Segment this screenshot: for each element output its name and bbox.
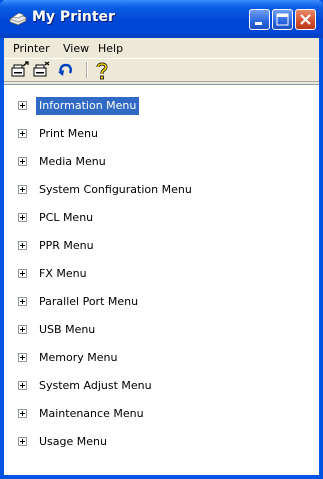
app-window: My Printer Printer View Help Information…: [0, 0, 323, 479]
window-title: My Printer: [32, 9, 115, 25]
expand-icon[interactable]: [18, 185, 27, 194]
tree-item-label[interactable]: Maintenance Menu: [36, 405, 147, 423]
toolbar-separator: [86, 62, 88, 78]
tree-item-label[interactable]: PPR Menu: [36, 237, 97, 255]
tree-item-label[interactable]: Memory Menu: [36, 349, 120, 367]
menu-bar: Printer View Help: [4, 38, 319, 58]
properties-icon[interactable]: [10, 61, 30, 80]
expand-icon[interactable]: [18, 325, 27, 334]
expand-icon[interactable]: [18, 213, 27, 222]
maximize-icon: [276, 13, 289, 26]
minimize-icon: [255, 22, 262, 25]
expand-icon[interactable]: [18, 353, 27, 362]
minimize-button[interactable]: [249, 9, 270, 30]
expand-icon[interactable]: [18, 409, 27, 418]
tree-item-label[interactable]: USB Menu: [36, 321, 98, 339]
expand-icon[interactable]: [18, 381, 27, 390]
maximize-button[interactable]: [272, 9, 293, 30]
help-icon[interactable]: [92, 61, 112, 80]
expand-icon[interactable]: [18, 129, 27, 138]
expand-icon[interactable]: [18, 437, 27, 446]
tree-item-label[interactable]: Parallel Port Menu: [36, 293, 141, 311]
tree-item-label[interactable]: System Adjust Menu: [36, 377, 155, 395]
close-icon: [300, 14, 311, 25]
tree-item-label[interactable]: PCL Menu: [36, 209, 96, 227]
printer-settings-icon[interactable]: [32, 61, 52, 80]
expand-icon[interactable]: [18, 269, 27, 278]
expand-icon[interactable]: [18, 297, 27, 306]
tree-item-label[interactable]: Print Menu: [36, 125, 101, 143]
title-bar[interactable]: My Printer: [0, 0, 323, 38]
printer-app-icon: [9, 12, 27, 26]
expand-icon[interactable]: [18, 101, 27, 110]
menu-printer[interactable]: Printer: [13, 42, 50, 55]
menu-view[interactable]: View: [63, 42, 89, 55]
expand-icon[interactable]: [18, 241, 27, 250]
printer-menu-tree: Information Menu Print Menu Media Menu S…: [4, 84, 319, 475]
tree-item-label[interactable]: System Configuration Menu: [36, 181, 195, 199]
tree-item-label[interactable]: Information Menu: [36, 97, 140, 115]
undo-icon[interactable]: [56, 61, 76, 80]
tree-item-label[interactable]: Media Menu: [36, 153, 109, 171]
menu-help[interactable]: Help: [98, 42, 123, 55]
toolbar: [4, 58, 319, 82]
close-button[interactable]: [295, 9, 316, 30]
tree-item-label[interactable]: Usage Menu: [36, 433, 110, 451]
tree-item-label[interactable]: FX Menu: [36, 265, 90, 283]
expand-icon[interactable]: [18, 157, 27, 166]
